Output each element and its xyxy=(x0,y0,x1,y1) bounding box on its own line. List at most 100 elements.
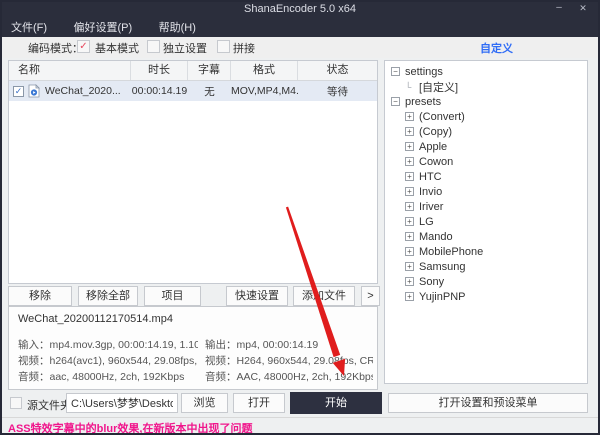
preset-tree-panel: −settings └[自定义] −presets +(Convert) +(C… xyxy=(384,60,588,384)
tree-item-samsung[interactable]: + Samsung xyxy=(385,260,587,275)
column-header-subtitle[interactable]: 字幕 xyxy=(188,61,231,80)
tree-item-label: Sony xyxy=(419,276,444,288)
tree-item-label: presets xyxy=(405,96,441,108)
file-row-checkbox[interactable]: ✓ xyxy=(13,86,24,97)
file-status-badge: 等待 xyxy=(298,84,377,99)
expand-icon[interactable]: + xyxy=(405,232,414,241)
expand-icon[interactable]: + xyxy=(405,262,414,271)
input-info-column: 输入：mp4.mov.3gp, 00:00:14.19, 1.10... 视频：… xyxy=(18,337,198,385)
table-header: 名称 时长 字幕 格式 状态 xyxy=(9,61,377,81)
source-folder-checkbox[interactable] xyxy=(10,397,22,409)
customize-link[interactable]: 自定义 xyxy=(480,40,513,56)
window-title: ShanaEncoder 5.0 x64 xyxy=(244,3,356,15)
open-settings-presets-button[interactable]: 打开设置和预设菜单 xyxy=(388,393,588,413)
status-message: ASS特效字幕中的blur效果,在新版本中出现了问题 xyxy=(8,420,252,435)
menu-file[interactable]: 文件(F) xyxy=(0,19,58,38)
expand-icon[interactable]: + xyxy=(405,187,414,196)
expand-icon[interactable]: + xyxy=(405,112,414,121)
encode-mode-toolbar: 编码模式： ✓ 基本模式 独立设置 拼接 自定义 xyxy=(0,37,600,58)
join-label: 拼接 xyxy=(233,40,255,56)
basic-mode-label: 基本模式 xyxy=(95,40,139,56)
tree-item-label: YujinPNP xyxy=(419,291,465,303)
shanaencoder-window: ShanaEncoder 5.0 x64 – ✕ 文件(F) 偏好设置(P) 帮… xyxy=(0,0,600,435)
expand-icon[interactable]: + xyxy=(405,127,414,136)
project-button[interactable]: 项目 xyxy=(144,286,201,306)
expand-icon[interactable]: + xyxy=(405,292,414,301)
media-info-panel: WeChat_20200112170514.mp4 输入：mp4.mov.3gp… xyxy=(8,306,378,390)
tree-item-apple[interactable]: + Apple xyxy=(385,140,587,155)
collapse-icon[interactable]: − xyxy=(391,97,400,106)
output-audio-info: 音频：AAC, 48000Hz, 2ch, 192Kbps xyxy=(205,369,373,385)
expand-icon[interactable]: + xyxy=(405,172,414,181)
expand-icon[interactable]: + xyxy=(405,247,414,256)
tree-item-label: HTC xyxy=(419,171,442,183)
tree-item-mando[interactable]: + Mando xyxy=(385,230,587,245)
tree-item-label: settings xyxy=(405,66,443,78)
more-button[interactable]: > xyxy=(361,286,380,306)
media-file-icon xyxy=(27,84,41,98)
tree-item-invio[interactable]: + Invio xyxy=(385,185,587,200)
tree-item-sony[interactable]: + Sony xyxy=(385,275,587,290)
basic-mode-checkbox[interactable]: ✓ xyxy=(77,40,90,53)
tree-item-convert[interactable]: + (Convert) xyxy=(385,110,587,125)
minimize-icon[interactable]: – xyxy=(550,0,568,18)
tree-item-mobilephone[interactable]: + MobilePhone xyxy=(385,245,587,260)
tree-item-settings[interactable]: −settings xyxy=(385,65,587,80)
column-header-duration[interactable]: 时长 xyxy=(131,61,188,80)
column-header-status[interactable]: 状态 xyxy=(298,61,377,80)
column-header-name[interactable]: 名称 xyxy=(9,61,131,80)
tree-item-label: Samsung xyxy=(419,261,465,273)
input-audio-info: 音频：aac, 48000Hz, 2ch, 192Kbps xyxy=(18,369,198,385)
close-icon[interactable]: ✕ xyxy=(574,0,592,18)
remove-button[interactable]: 移除 xyxy=(8,286,72,306)
tree-item-label: Invio xyxy=(419,186,442,198)
column-header-format[interactable]: 格式 xyxy=(231,61,298,80)
tree-item-iriver[interactable]: +Iriver xyxy=(385,200,587,215)
tree-item-copy[interactable]: + (Copy) xyxy=(385,125,587,140)
tree-item-label: Apple xyxy=(419,141,447,153)
menu-help[interactable]: 帮助(H) xyxy=(148,19,207,38)
tree-item-label: Mando xyxy=(419,231,453,243)
open-button[interactable]: 打开 xyxy=(233,393,285,413)
file-queue-table: 名称 时长 字幕 格式 状态 ✓ WeChat_2020... 00:00:14… xyxy=(8,60,378,284)
tree-connector-icon: └ xyxy=(405,80,414,95)
source-folder-label: 源文件夹 xyxy=(27,397,71,413)
statusbar-divider xyxy=(2,417,598,418)
tree-item-label: (Copy) xyxy=(419,126,452,138)
tree-item-label: (Convert) xyxy=(419,111,465,123)
independent-settings-label: 独立设置 xyxy=(163,40,207,56)
output-path-input[interactable] xyxy=(66,393,178,413)
menu-preferences[interactable]: 偏好设置(P) xyxy=(63,19,144,38)
input-summary: 输入：mp4.mov.3gp, 00:00:14.19, 1.10... xyxy=(18,337,198,353)
expand-icon[interactable]: + xyxy=(405,157,414,166)
tree-item-label: [自定义] xyxy=(419,82,458,94)
quick-settings-button[interactable]: 快速设置 xyxy=(226,286,288,306)
start-button[interactable]: 开始 xyxy=(290,392,382,414)
file-name: WeChat_2020... xyxy=(45,85,121,97)
menu-bar: 文件(F) 偏好设置(P) 帮助(H) xyxy=(0,18,600,37)
output-info-column: 输出：mp4, 00:00:14.19 视频：H264, 960x544, 29… xyxy=(205,337,373,385)
table-row[interactable]: ✓ WeChat_2020... 00:00:14.19 无 MOV,MP4,M… xyxy=(9,81,377,101)
browse-button[interactable]: 浏览 xyxy=(181,393,228,413)
join-checkbox[interactable] xyxy=(217,40,230,53)
file-duration: 00:00:14.19 xyxy=(131,85,188,97)
collapse-icon[interactable]: − xyxy=(391,67,400,76)
tree-item-yujinpnp[interactable]: + YujinPNP xyxy=(385,290,587,305)
expand-icon[interactable]: + xyxy=(405,202,414,211)
tree-item-cowon[interactable]: + Cowon xyxy=(385,155,587,170)
title-bar: ShanaEncoder 5.0 x64 – ✕ xyxy=(0,0,600,18)
remove-all-button[interactable]: 移除全部 xyxy=(78,286,138,306)
expand-icon[interactable]: + xyxy=(405,142,414,151)
tree-item-custom[interactable]: └ [自定义] xyxy=(385,80,587,95)
expand-icon[interactable]: + xyxy=(405,277,414,286)
tree-item-htc[interactable]: + HTC xyxy=(385,170,587,185)
tree-item-presets[interactable]: −presets xyxy=(385,95,587,110)
tree-item-label: Cowon xyxy=(419,156,453,168)
expand-icon[interactable]: + xyxy=(405,217,414,226)
selected-filename: WeChat_20200112170514.mp4 xyxy=(18,313,173,325)
file-name-cell: ✓ WeChat_2020... xyxy=(9,84,131,98)
add-file-button[interactable]: 添加文件 xyxy=(293,286,355,306)
tree-item-label: MobilePhone xyxy=(419,246,483,258)
tree-item-lg[interactable]: +LG xyxy=(385,215,587,230)
independent-settings-checkbox[interactable] xyxy=(147,40,160,53)
